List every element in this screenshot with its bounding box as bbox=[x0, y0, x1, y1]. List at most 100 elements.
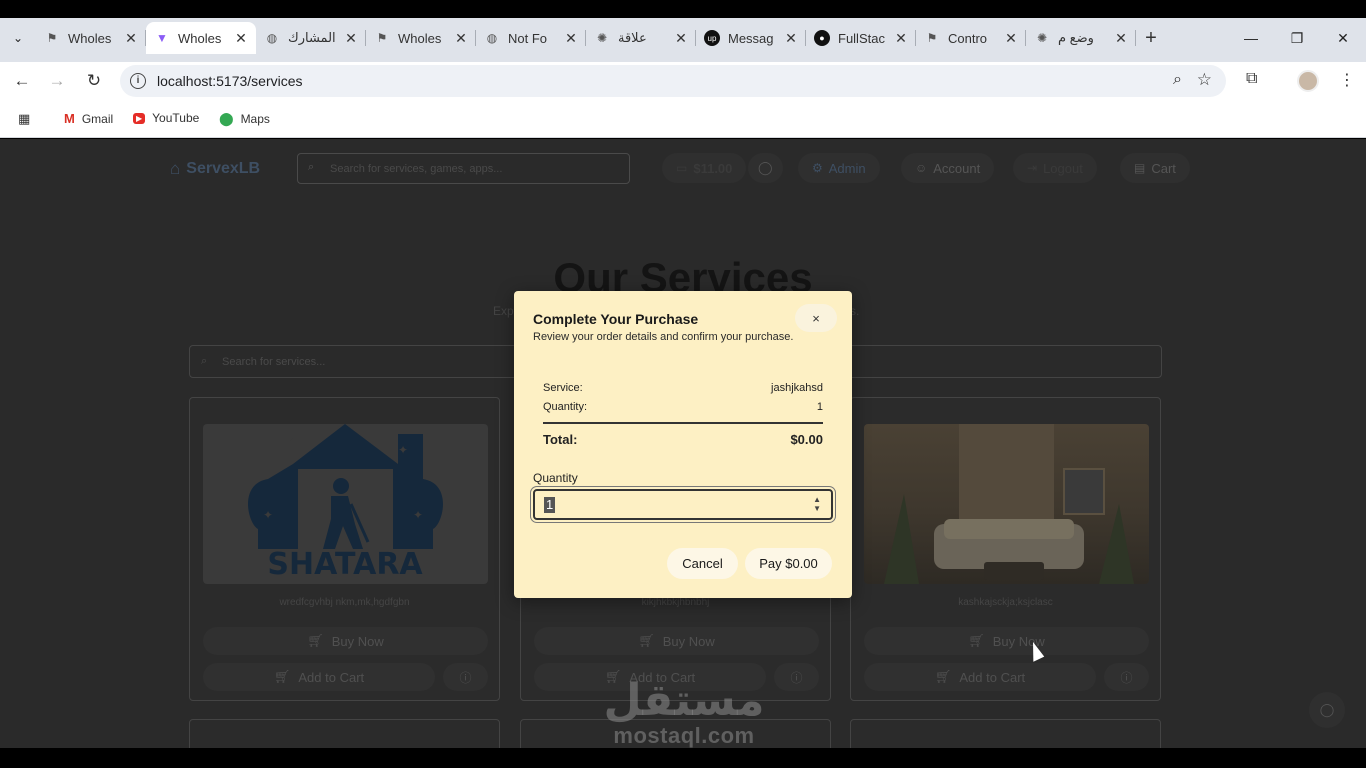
tab-0[interactable]: ⚑ Wholes ✕ bbox=[36, 22, 146, 54]
dialog-subtitle: Review your order details and confirm yo… bbox=[533, 331, 794, 343]
tab-9[interactable]: ✺ وضع م ✕ bbox=[1026, 22, 1136, 54]
forward-icon[interactable]: → bbox=[44, 68, 70, 94]
close-icon[interactable]: ✕ bbox=[674, 30, 688, 47]
apps-grid-icon[interactable]: ▦ bbox=[18, 111, 37, 127]
tab-4[interactable]: ◍ Not Fo ✕ bbox=[476, 22, 586, 54]
bookmark-maps[interactable]: ⬤ Maps bbox=[219, 111, 270, 127]
close-icon[interactable]: ✕ bbox=[454, 30, 468, 47]
restore-icon[interactable]: ❐ bbox=[1274, 22, 1320, 54]
close-icon[interactable]: ✕ bbox=[124, 30, 138, 47]
info-icon: ⓘ bbox=[790, 670, 803, 685]
cart-icon: ▤ bbox=[1134, 161, 1146, 175]
tab-2[interactable]: ◍ المشارك ✕ bbox=[256, 22, 366, 54]
info-button[interactable]: ⓘ bbox=[774, 663, 819, 691]
close-icon[interactable]: ✕ bbox=[564, 30, 578, 47]
close-icon[interactable]: ✕ bbox=[1114, 30, 1128, 47]
account-button[interactable]: ☺ Account bbox=[901, 153, 995, 183]
tab-8[interactable]: ⚑ Contro ✕ bbox=[916, 22, 1026, 54]
quantity-row: Quantity: 1 bbox=[543, 401, 823, 413]
bookmark-youtube[interactable]: ▶ YouTube bbox=[133, 111, 199, 125]
minimize-icon[interactable]: — bbox=[1228, 22, 1274, 54]
tab-list: ⌄ ⚑ Wholes ✕ ▼ Wholes ✕ ◍ المشارك ✕ ⚑ Wholes ✕ ◍… bbox=[0, 22, 1166, 54]
watermark-latin: mostaql.com bbox=[613, 723, 755, 748]
chat-fab-button[interactable]: ◯ bbox=[1309, 692, 1345, 728]
profile-avatar[interactable] bbox=[1297, 70, 1319, 92]
quantity-input-value[interactable]: 1 bbox=[544, 497, 556, 513]
bookmark-label: Maps bbox=[240, 112, 270, 126]
account-label: Account bbox=[933, 160, 981, 176]
close-icon[interactable]: ✕ bbox=[234, 30, 248, 47]
total-value: $0.00 bbox=[790, 432, 823, 447]
bookmark-gmail[interactable]: M Gmail bbox=[64, 111, 113, 126]
window-controls: — ❐ ✕ bbox=[1228, 22, 1366, 54]
reload-icon[interactable]: ↻ bbox=[81, 68, 107, 94]
add-to-cart-button[interactable]: 🛒︎ Add to Cart bbox=[203, 663, 435, 691]
youtube-icon: ▶ bbox=[133, 112, 146, 124]
nav-search-input[interactable]: ⌕ Search for services, games, apps... bbox=[297, 153, 630, 184]
info-button[interactable]: ⓘ bbox=[1104, 663, 1149, 691]
cart-icon: 🛒︎ bbox=[273, 669, 291, 684]
cancel-button[interactable]: Cancel bbox=[667, 548, 738, 579]
svg-text:✦: ✦ bbox=[263, 508, 273, 522]
tab-3[interactable]: ⚑ Wholes ✕ bbox=[366, 22, 476, 54]
balance-pill[interactable]: ▭ $11.00 bbox=[662, 153, 747, 183]
tab-6[interactable]: up Messag ✕ bbox=[696, 22, 806, 54]
service-description: kashkajsckja;ksjclasc bbox=[958, 597, 1053, 608]
menu-kebab-icon[interactable]: ⋮ bbox=[1339, 70, 1355, 90]
close-window-icon[interactable]: ✕ bbox=[1320, 22, 1366, 54]
cart-icon: 🛒︎ bbox=[934, 669, 952, 684]
logout-button[interactable]: ⇥ Logout bbox=[1013, 153, 1097, 183]
github-icon: ● bbox=[814, 30, 830, 46]
buy-now-button[interactable]: 🛒︎ Buy Now bbox=[534, 627, 819, 655]
tab-5[interactable]: ✺ علاقة ✕ bbox=[586, 22, 696, 54]
tab-title: Wholes bbox=[398, 30, 442, 46]
close-icon[interactable]: ✕ bbox=[784, 30, 798, 47]
tab-title: علاقة bbox=[618, 30, 647, 45]
globe-icon: ◍ bbox=[486, 31, 498, 45]
new-tab-button[interactable]: + bbox=[1136, 22, 1166, 54]
pay-button[interactable]: Pay $0.00 bbox=[745, 548, 832, 579]
admin-button[interactable]: ⚙ Admin bbox=[798, 153, 880, 183]
close-icon: × bbox=[812, 310, 820, 326]
service-card bbox=[850, 719, 1161, 748]
balance-text: $11.00 bbox=[693, 160, 733, 176]
site-logo[interactable]: ⌂ ServexLB bbox=[170, 159, 260, 179]
spinner-arrows-icon[interactable]: ▲ ▼ bbox=[813, 495, 821, 513]
site-navbar: ⌂ ServexLB ⌕ Search for services, games, … bbox=[0, 139, 1366, 199]
tab-1[interactable]: ▼ Wholes ✕ bbox=[146, 22, 256, 54]
address-bar[interactable]: i localhost:5173/services ⌕ ☆ bbox=[120, 65, 1226, 97]
back-icon[interactable]: ← bbox=[9, 68, 35, 94]
tab-title: Contro bbox=[948, 30, 988, 46]
site-info-icon[interactable]: i bbox=[130, 73, 146, 89]
url-text[interactable]: localhost:5173/services bbox=[157, 73, 303, 89]
chat-button[interactable]: ◯ bbox=[748, 153, 783, 183]
tab-search-button[interactable]: ⌄ bbox=[0, 22, 36, 54]
tab-7[interactable]: ● FullStac ✕ bbox=[806, 22, 916, 54]
close-icon[interactable]: ✕ bbox=[344, 30, 358, 47]
page-subtitle: Exp bbox=[493, 304, 514, 318]
buy-label: Buy Now bbox=[331, 633, 384, 649]
browser-tabstrip: ⌄ ⚑ Wholes ✕ ▼ Wholes ✕ ◍ المشارك ✕ ⚑ Wholes ✕ ◍… bbox=[0, 0, 1366, 62]
quantity-label: Quantity: bbox=[543, 401, 588, 413]
info-button[interactable]: ⓘ bbox=[443, 663, 488, 691]
info-icon: ⓘ bbox=[1120, 670, 1133, 685]
user-icon: ☺ bbox=[915, 161, 928, 175]
close-dialog-button[interactable]: × bbox=[795, 304, 837, 332]
purchase-dialog: × Complete Your Purchase Review your ord… bbox=[514, 291, 852, 598]
buy-now-button[interactable]: 🛒︎ Buy Now bbox=[203, 627, 488, 655]
buy-now-button[interactable]: 🛒︎ Buy Now bbox=[864, 627, 1149, 655]
zoom-icon[interactable]: ⌕ bbox=[1173, 71, 1182, 89]
cart-icon: 🛒︎ bbox=[638, 633, 655, 648]
extensions-icon[interactable]: ⧉ bbox=[1246, 70, 1257, 88]
close-icon[interactable]: ✕ bbox=[1004, 30, 1018, 47]
add-to-cart-button[interactable]: 🛒︎ Add to Cart bbox=[864, 663, 1096, 691]
service-image[interactable]: ✦ ✦ ✦ ✦ SHATARA bbox=[203, 424, 488, 584]
close-icon[interactable]: ✕ bbox=[894, 30, 908, 47]
bookmark-star-icon[interactable]: ☆ bbox=[1197, 70, 1212, 90]
quantity-stepper[interactable]: 1 ▲ ▼ bbox=[533, 489, 833, 520]
service-image[interactable] bbox=[864, 424, 1149, 584]
cart-button[interactable]: ▤ Cart bbox=[1120, 153, 1190, 183]
service-row: Service: jashjkahsd bbox=[543, 382, 823, 394]
watermark-arabic: مستقل bbox=[603, 675, 765, 726]
dialog-title: Complete Your Purchase bbox=[533, 311, 699, 327]
